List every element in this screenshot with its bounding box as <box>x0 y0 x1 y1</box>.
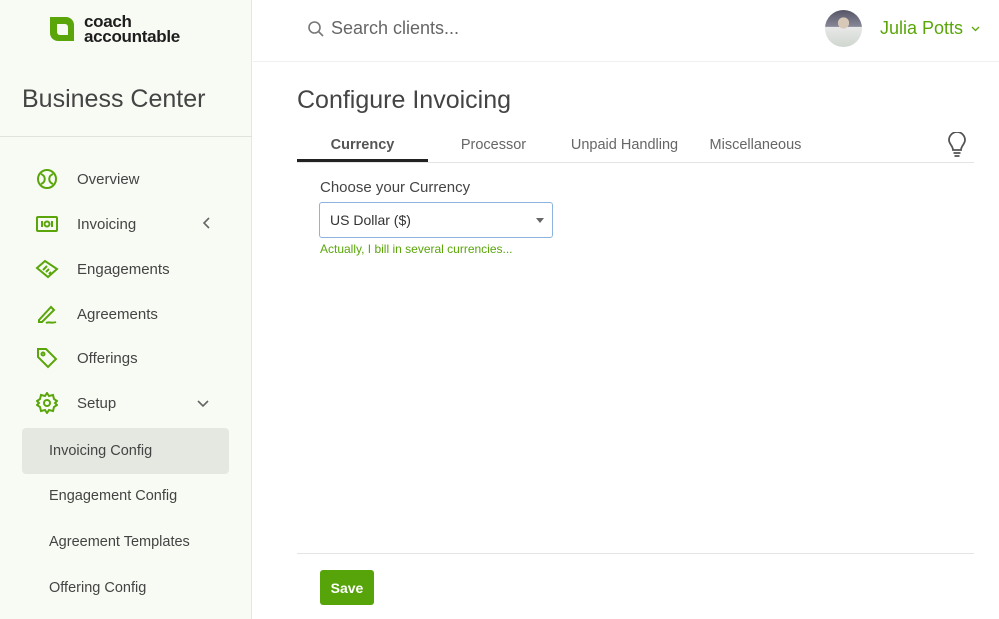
tag-icon <box>34 345 60 371</box>
currency-label: Choose your Currency <box>320 179 471 196</box>
invoice-icon <box>34 211 60 237</box>
sidebar-subitem-agreement-templates[interactable]: Agreement Templates <box>22 519 229 565</box>
chevron-down-icon[interactable] <box>196 399 210 409</box>
sidebar-item-agreements[interactable]: Agreements <box>22 296 232 332</box>
sidebar-item-offerings[interactable]: Offerings <box>22 340 232 376</box>
sidebar-item-label: Setup <box>77 394 117 412</box>
handshake-icon <box>34 256 60 282</box>
sidebar-subitem-offering-config[interactable]: Offering Config <box>22 565 229 611</box>
tab-bar: Currency Processor Unpaid Handling Misce… <box>297 128 974 163</box>
logo-text: coach accountable <box>84 12 180 46</box>
divider <box>0 136 252 137</box>
user-name: Julia Potts <box>880 18 964 38</box>
chevron-left-icon[interactable] <box>202 216 212 230</box>
save-button[interactable]: Save <box>320 570 374 605</box>
sidebar-item-label: Offerings <box>77 349 138 367</box>
sidebar-item-label: Invoicing <box>77 215 137 233</box>
avatar[interactable] <box>825 10 862 47</box>
topbar: Julia Potts <box>253 0 999 62</box>
multi-currency-link[interactable]: Actually, I bill in several currencies..… <box>320 242 513 256</box>
sidebar-item-label: Overview <box>77 170 140 188</box>
user-menu[interactable]: Julia Potts <box>880 18 980 39</box>
logo-leaf-icon <box>50 17 74 41</box>
sidebar: coach accountable Business Center Overvie… <box>0 0 252 619</box>
page-title: Configure Invoicing <box>297 86 512 114</box>
chevron-down-icon <box>971 26 980 31</box>
sidebar-item-label: Engagements <box>77 260 170 278</box>
divider <box>297 553 974 554</box>
tab-unpaid-handling[interactable]: Unpaid Handling <box>559 128 690 162</box>
tab-currency[interactable]: Currency <box>297 128 428 162</box>
caret-down-icon <box>536 218 544 223</box>
logo[interactable]: coach accountable <box>48 12 180 46</box>
search-icon <box>308 20 324 37</box>
search-bar <box>307 18 631 39</box>
sidebar-item-invoicing[interactable]: Invoicing <box>22 206 232 242</box>
tab-processor[interactable]: Processor <box>428 128 559 162</box>
tab-miscellaneous[interactable]: Miscellaneous <box>690 128 821 162</box>
search-input[interactable] <box>331 18 631 39</box>
sidebar-title: Business Center <box>22 85 206 113</box>
sidebar-item-label: Agreements <box>77 305 158 323</box>
currency-select[interactable]: US Dollar ($) <box>319 202 553 238</box>
currency-value: US Dollar ($) <box>330 212 411 228</box>
pen-icon <box>34 301 60 327</box>
lightbulb-icon[interactable] <box>946 132 968 158</box>
gear-icon <box>34 390 60 416</box>
sidebar-subitem-engagement-config[interactable]: Engagement Config <box>22 473 229 519</box>
sidebar-item-overview[interactable]: Overview <box>22 161 232 197</box>
sidebar-item-engagements[interactable]: Engagements <box>22 251 232 287</box>
sidebar-item-setup[interactable]: Setup <box>22 385 232 421</box>
overview-icon <box>34 166 60 192</box>
sidebar-subitem-invoicing-config[interactable]: Invoicing Config <box>22 428 229 474</box>
